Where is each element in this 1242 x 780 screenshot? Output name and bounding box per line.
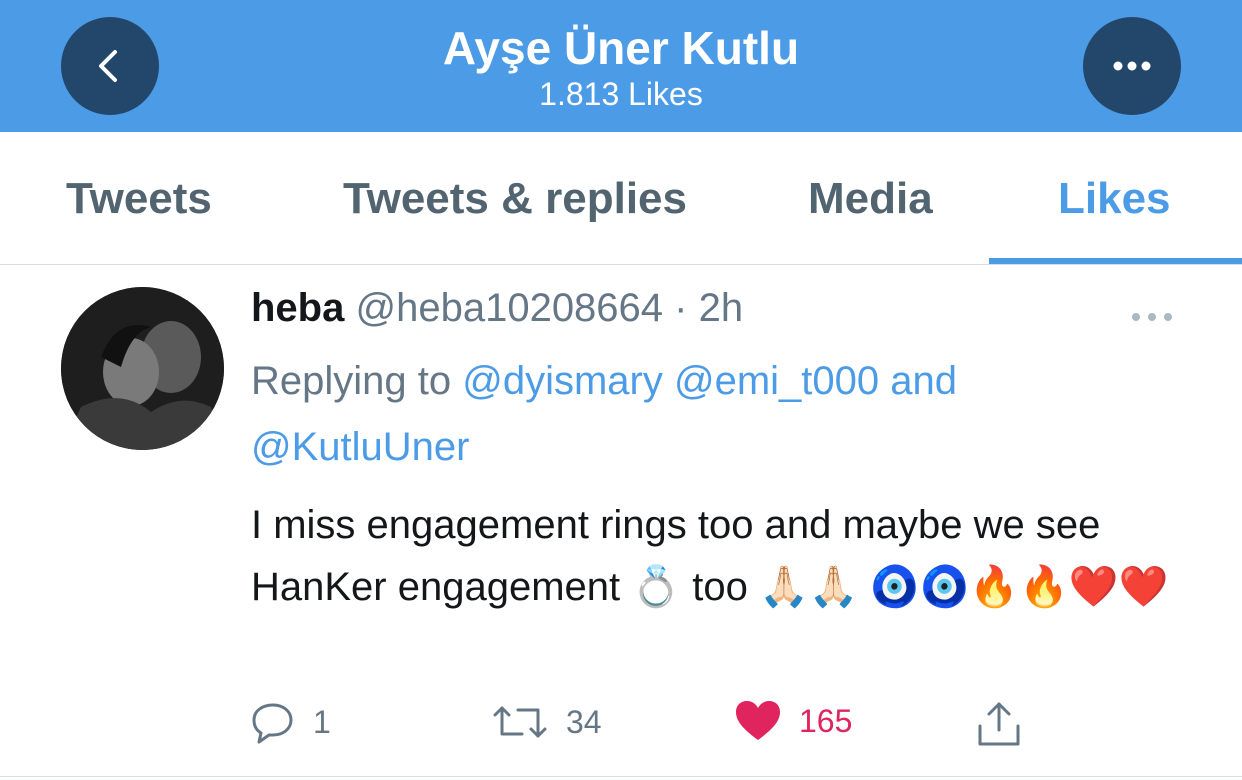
- heart-icon: [736, 701, 780, 740]
- avatar-photo: [61, 287, 224, 450]
- emoji-line: 🙏🏻🙏🏻 🧿🧿🔥🔥❤️❤️: [758, 565, 1169, 609]
- replying-to-label: Replying to: [251, 359, 452, 403]
- tab-tweets[interactable]: Tweets: [66, 174, 212, 224]
- mention-link[interactable]: @KutluUner: [251, 425, 469, 469]
- profile-header: Ayşe Üner Kutlu 1.813 Likes: [0, 0, 1242, 132]
- avatar[interactable]: [61, 287, 224, 450]
- mention-and[interactable]: and: [890, 359, 957, 403]
- retweet-button[interactable]: 34: [492, 700, 602, 744]
- tweet-header: heba @heba10208664 · 2h: [251, 284, 743, 332]
- divider: [0, 776, 1242, 777]
- profile-tabs: Tweets Tweets & replies Media Likes: [0, 132, 1242, 265]
- more-dots-icon: [1113, 61, 1151, 71]
- tweet-more-button[interactable]: [1130, 290, 1174, 332]
- share-icon: [978, 702, 1020, 746]
- reply-count: 1: [313, 703, 331, 740]
- tab-likes[interactable]: Likes: [1058, 174, 1171, 224]
- tweet-text-end: too: [692, 565, 748, 609]
- profile-name: Ayşe Üner Kutlu: [442, 22, 800, 74]
- mention-link[interactable]: @dyismary: [462, 359, 663, 403]
- reply-icon: [252, 703, 293, 744]
- separator-dot: ·: [674, 286, 688, 330]
- replying-to-line: Replying to @dyismary @emi_t000 and @Kut…: [251, 348, 1151, 480]
- tab-tweets-replies[interactable]: Tweets & replies: [343, 174, 687, 224]
- like-count: 165: [799, 702, 853, 739]
- retweet-icon: [493, 706, 547, 738]
- retweet-count: 34: [566, 703, 602, 740]
- author-name[interactable]: heba: [251, 286, 344, 330]
- active-tab-indicator: [989, 258, 1242, 264]
- tab-media[interactable]: Media: [808, 174, 933, 224]
- mention-link[interactable]: @emi_t000: [674, 359, 879, 403]
- share-button[interactable]: [975, 700, 1023, 748]
- more-dots-icon: [1132, 313, 1172, 321]
- tweet-time: 2h: [698, 286, 744, 330]
- likes-count-subtitle: 1.813 Likes: [539, 76, 703, 112]
- author-handle[interactable]: @heba10208664: [355, 286, 663, 330]
- more-button[interactable]: [1083, 17, 1181, 115]
- like-button[interactable]: 165: [735, 700, 852, 742]
- reply-button[interactable]: 1: [251, 700, 331, 744]
- tweet-body: I miss engagement rings too and maybe we…: [251, 494, 1211, 618]
- ring-emoji: 💍: [631, 565, 682, 609]
